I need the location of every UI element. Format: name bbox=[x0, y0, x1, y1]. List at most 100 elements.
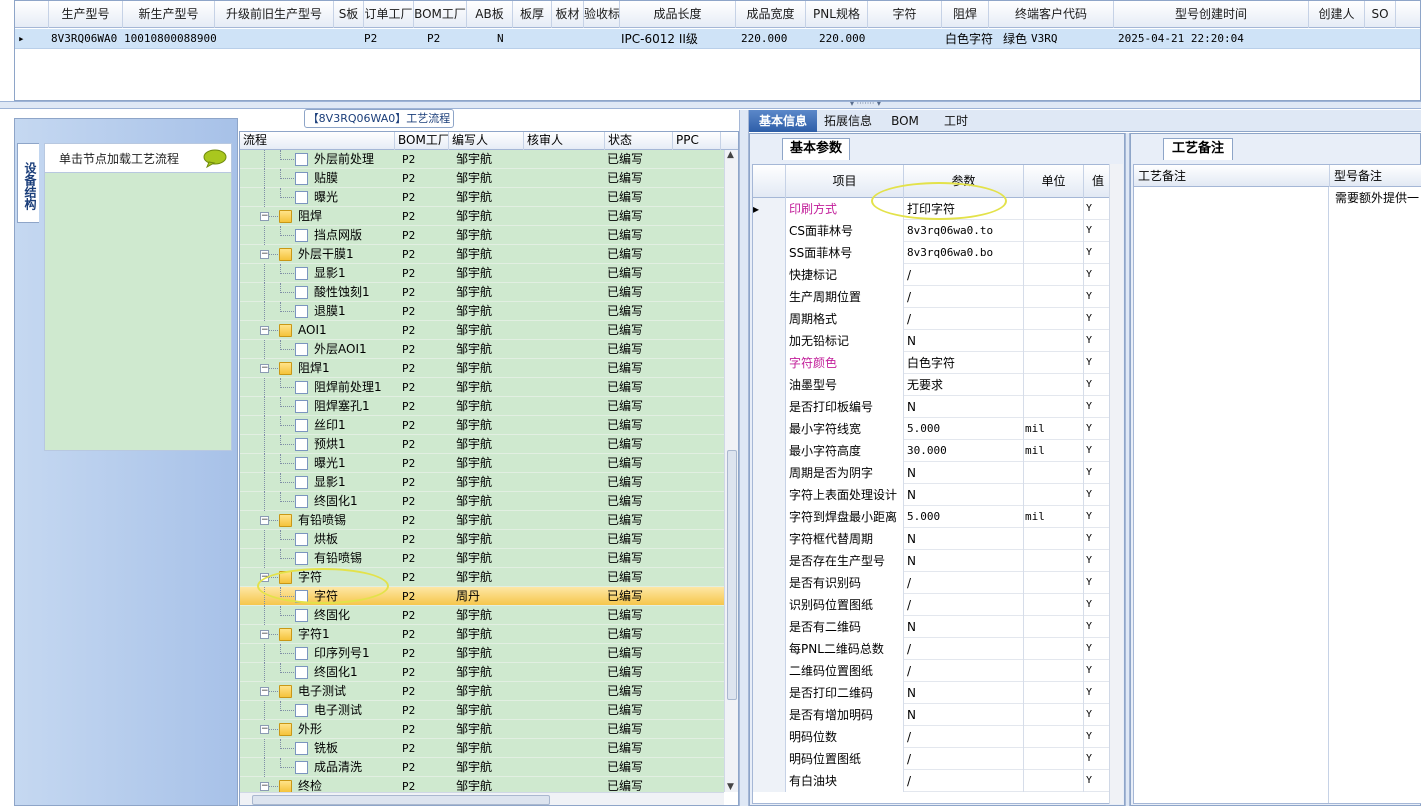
param-row[interactable]: 有白油块 / Y bbox=[753, 770, 1111, 792]
collapse-toggle-icon[interactable]: − bbox=[260, 687, 269, 696]
param-row[interactable]: 字符到焊盘最小距离 5.000 mil Y bbox=[753, 506, 1111, 528]
column-header[interactable]: 生产型号 bbox=[49, 1, 123, 28]
param-value-cell[interactable]: N bbox=[904, 616, 1024, 638]
tab-1[interactable]: 拓展信息 bbox=[817, 110, 879, 132]
param-row[interactable]: 最小字符线宽 5.000 mil Y bbox=[753, 418, 1111, 440]
collapse-toggle-icon[interactable]: − bbox=[260, 630, 269, 639]
param-value-cell[interactable]: 5.000 bbox=[904, 506, 1024, 528]
tree-group-row[interactable]: − 电子测试 P2 邹宇航 已编写 bbox=[240, 682, 724, 701]
column-header[interactable]: 阻焊 bbox=[942, 1, 989, 28]
tree-step-row[interactable]: 曝光1 P2 邹宇航 已编写 bbox=[240, 454, 724, 473]
param-value-cell[interactable]: 无要求 bbox=[904, 374, 1024, 396]
tree-step-row[interactable]: 成品清洗 P2 邹宇航 已编写 bbox=[240, 758, 724, 777]
tree-step-row[interactable]: 外层AOI1 P2 邹宇航 已编写 bbox=[240, 340, 724, 359]
param-row[interactable]: SS面菲林号 8v3rq06wa0.bo Y bbox=[753, 242, 1111, 264]
tree-group-row[interactable]: − 终检 P2 邹宇航 已编写 bbox=[240, 777, 724, 792]
column-header[interactable]: 字符 bbox=[868, 1, 942, 28]
tab-2[interactable]: BOM bbox=[879, 110, 931, 132]
vertical-splitter[interactable] bbox=[739, 110, 749, 806]
param-value-cell[interactable]: / bbox=[904, 638, 1024, 660]
tree-step-row[interactable]: 预烘1 P2 邹宇航 已编写 bbox=[240, 435, 724, 454]
tree-group-row[interactable]: − 外层干膜1 P2 邹宇航 已编写 bbox=[240, 245, 724, 264]
vscroll-up-arrow[interactable]: ▲ bbox=[727, 150, 734, 160]
param-row[interactable]: 生产周期位置 / Y bbox=[753, 286, 1111, 308]
column-header[interactable]: SO bbox=[1365, 1, 1396, 28]
vscroll-down-arrow[interactable]: ▼ bbox=[727, 782, 734, 792]
tree-group-row[interactable]: − 有铅喷锡 P2 邹宇航 已编写 bbox=[240, 511, 724, 530]
param-value-cell[interactable]: N bbox=[904, 396, 1024, 418]
tree-column-header[interactable]: 状态 bbox=[605, 132, 673, 150]
param-value-cell[interactable]: / bbox=[904, 660, 1024, 682]
tree-step-row[interactable]: 铣板 P2 邹宇航 已编写 bbox=[240, 739, 724, 758]
param-value-cell[interactable]: / bbox=[904, 726, 1024, 748]
column-header[interactable]: BOM工厂 bbox=[414, 1, 467, 28]
tree-group-row[interactable]: − 字符1 P2 邹宇航 已编写 bbox=[240, 625, 724, 644]
tree-vertical-scrollbar[interactable]: ▲ ▼ bbox=[724, 150, 738, 792]
tab-3[interactable]: 工时 bbox=[931, 110, 981, 132]
param-row[interactable]: 每PNL二维码总数 / Y bbox=[753, 638, 1111, 660]
tree-step-row[interactable]: 外层前处理 P2 邹宇航 已编写 bbox=[240, 150, 724, 169]
tree-step-row[interactable]: 丝印1 P2 邹宇航 已编写 bbox=[240, 416, 724, 435]
param-row[interactable]: 识别码位置图纸 / Y bbox=[753, 594, 1111, 616]
param-column-header[interactable]: 值 bbox=[1084, 165, 1111, 198]
column-header[interactable]: AB板 bbox=[467, 1, 513, 28]
column-header[interactable]: 新生产型号 bbox=[123, 1, 215, 28]
notes-column-header[interactable]: 型号备注 bbox=[1330, 165, 1421, 187]
param-value-cell[interactable]: N bbox=[904, 528, 1024, 550]
column-header[interactable]: 板厚 bbox=[513, 1, 552, 28]
param-row[interactable]: 加无铅标记 N Y bbox=[753, 330, 1111, 352]
param-value-cell[interactable]: 30.000 bbox=[904, 440, 1024, 462]
collapse-toggle-icon[interactable]: − bbox=[260, 364, 269, 373]
param-value-cell[interactable]: / bbox=[904, 264, 1024, 286]
param-value-cell[interactable]: N bbox=[904, 484, 1024, 506]
tree-column-header[interactable]: 编写人 bbox=[449, 132, 524, 150]
hscroll-thumb[interactable] bbox=[252, 795, 550, 805]
tree-step-row[interactable]: 阻焊前处理1 P2 邹宇航 已编写 bbox=[240, 378, 724, 397]
param-value-cell[interactable]: / bbox=[904, 748, 1024, 770]
param-row[interactable]: 最小字符高度 30.000 mil Y bbox=[753, 440, 1111, 462]
tree-group-row[interactable]: − 阻焊 P2 邹宇航 已编写 bbox=[240, 207, 724, 226]
param-row[interactable]: 是否有二维码 N Y bbox=[753, 616, 1111, 638]
param-value-cell[interactable]: N bbox=[904, 550, 1024, 572]
param-column-header[interactable]: 项目 bbox=[786, 165, 904, 198]
tree-column-header[interactable]: 核审人 bbox=[524, 132, 605, 150]
tree-group-row[interactable]: − AOI1 P2 邹宇航 已编写 bbox=[240, 321, 724, 340]
tree-step-row[interactable]: 显影1 P2 邹宇航 已编写 bbox=[240, 264, 724, 283]
param-row[interactable]: 字符框代替周期 N Y bbox=[753, 528, 1111, 550]
param-row[interactable]: 是否存在生产型号 N Y bbox=[753, 550, 1111, 572]
tree-group-row[interactable]: − 阻焊1 P2 邹宇航 已编写 bbox=[240, 359, 724, 378]
param-column-header[interactable]: 参数 bbox=[904, 165, 1024, 198]
tree-step-row[interactable]: 阻焊塞孔1 P2 邹宇航 已编写 bbox=[240, 397, 724, 416]
param-row[interactable]: 明码位数 / Y bbox=[753, 726, 1111, 748]
column-header[interactable]: 型号创建时间 bbox=[1114, 1, 1309, 28]
column-header[interactable]: 成品长度 bbox=[620, 1, 736, 28]
tab-basic-params[interactable]: 基本参数 bbox=[782, 138, 850, 160]
collapse-toggle-icon[interactable]: − bbox=[260, 326, 269, 335]
param-value-cell[interactable]: / bbox=[904, 594, 1024, 616]
tree-step-row[interactable]: 烘板 P2 邹宇航 已编写 bbox=[240, 530, 724, 549]
tree-step-row[interactable]: 显影1 P2 邹宇航 已编写 bbox=[240, 473, 724, 492]
column-header[interactable]: 创建人 bbox=[1309, 1, 1365, 28]
param-value-cell[interactable]: / bbox=[904, 572, 1024, 594]
param-row[interactable]: 明码位置图纸 / Y bbox=[753, 748, 1111, 770]
collapse-toggle-icon[interactable]: − bbox=[260, 782, 269, 791]
tree-step-row[interactable]: 曝光 P2 邹宇航 已编写 bbox=[240, 188, 724, 207]
vertical-tab-device-structure[interactable]: 设备结构 bbox=[17, 143, 39, 223]
tree-step-row[interactable]: 终固化1 P2 邹宇航 已编写 bbox=[240, 492, 724, 511]
param-row[interactable]: 周期格式 / Y bbox=[753, 308, 1111, 330]
param-column-header[interactable]: 单位 bbox=[1024, 165, 1084, 198]
param-value-cell[interactable]: N bbox=[904, 704, 1024, 726]
notes-column-header[interactable]: 工艺备注 bbox=[1134, 165, 1330, 187]
tree-step-row[interactable]: 电子测试 P2 邹宇航 已编写 bbox=[240, 701, 724, 720]
collapse-toggle-icon[interactable]: − bbox=[260, 573, 269, 582]
param-value-cell[interactable]: 8v3rq06wa0.bo bbox=[904, 242, 1024, 264]
tree-step-row[interactable]: 有铅喷锡 P2 邹宇航 已编写 bbox=[240, 549, 724, 568]
tree-step-row[interactable]: 字符 P2 周丹 已编写 bbox=[240, 587, 724, 606]
tab-0[interactable]: 基本信息 bbox=[749, 110, 817, 132]
tree-step-row[interactable]: 终固化 P2 邹宇航 已编写 bbox=[240, 606, 724, 625]
tree-step-row[interactable]: 印序列号1 P2 邹宇航 已编写 bbox=[240, 644, 724, 663]
tree-group-row[interactable]: − 外形 P2 邹宇航 已编写 bbox=[240, 720, 724, 739]
column-header[interactable]: S板 bbox=[334, 1, 364, 28]
param-value-cell[interactable]: / bbox=[904, 308, 1024, 330]
param-value-cell[interactable]: 8v3rq06wa0.to bbox=[904, 220, 1024, 242]
